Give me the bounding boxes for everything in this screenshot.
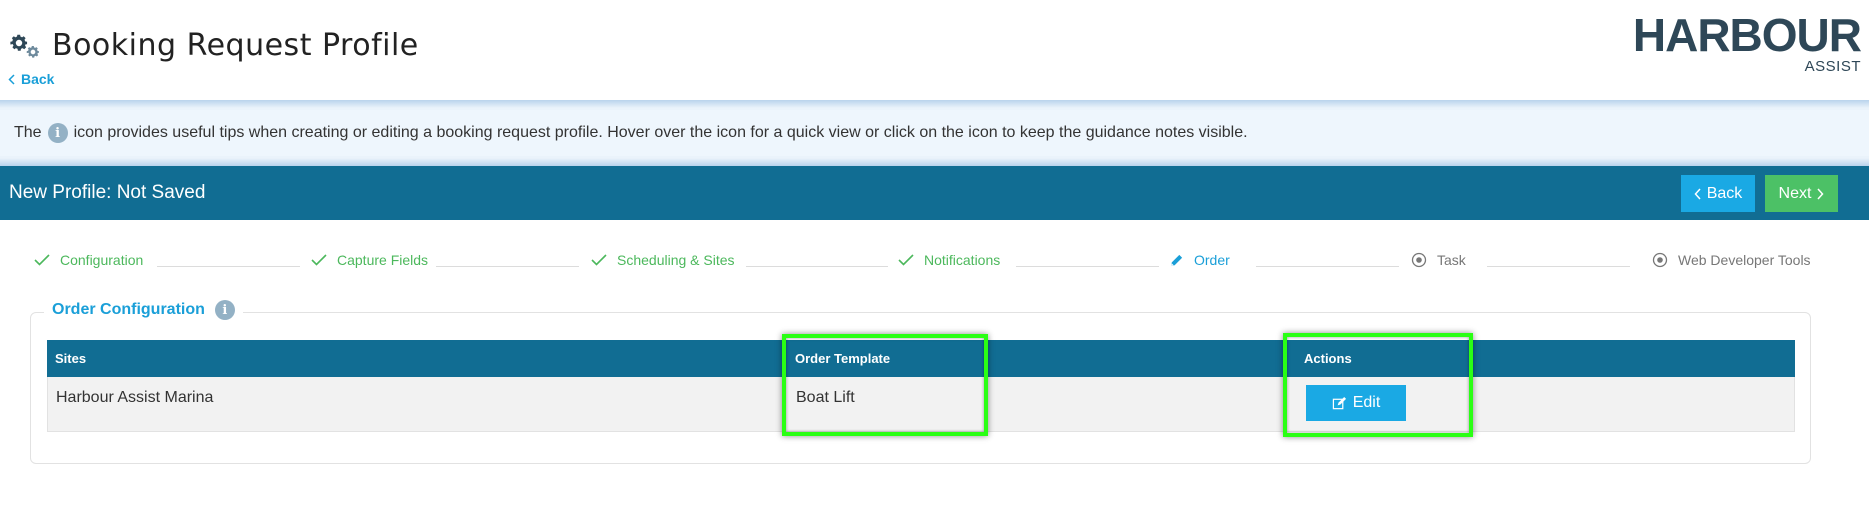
page-header: Booking Request Profile Back HARBOUR ASS…: [0, 0, 1869, 100]
step-connector: [1016, 266, 1159, 267]
step-label: Order: [1194, 252, 1230, 268]
chevron-left-icon: [1694, 187, 1701, 200]
step-connector: [157, 266, 300, 267]
step-label: Web Developer Tools: [1678, 252, 1811, 268]
back-link[interactable]: Back: [8, 71, 54, 87]
back-link-label: Back: [21, 71, 55, 87]
tip-banner: The i icon provides useful tips when cre…: [0, 100, 1869, 166]
radio-dot-icon: [1652, 252, 1668, 268]
step-task[interactable]: Task: [1411, 252, 1466, 268]
step-connector: [436, 266, 579, 267]
settings-gears-icon: [8, 32, 46, 62]
next-button-label: Next: [1778, 184, 1812, 202]
section-title: Order Configuration: [52, 301, 205, 318]
logo-sub-text: ASSIST: [1804, 58, 1861, 75]
info-icon[interactable]: i: [47, 123, 68, 143]
step-connector: [1256, 266, 1399, 267]
step-connector: [1487, 266, 1630, 267]
step-capture-fields[interactable]: Capture Fields: [311, 252, 428, 268]
cell-site: Harbour Assist Marina: [56, 389, 214, 406]
step-order[interactable]: Order: [1169, 252, 1230, 268]
radio-dot-icon: [1411, 252, 1427, 268]
step-label: Notifications: [924, 252, 1001, 268]
step-connector: [746, 266, 888, 267]
back-button[interactable]: Back: [1681, 175, 1755, 212]
pencil-icon: [1170, 254, 1183, 266]
chevron-left-icon: [8, 73, 15, 85]
check-icon: [898, 254, 914, 266]
highlight-order-template: [782, 334, 988, 436]
profile-status-title: New Profile: Not Saved: [9, 182, 206, 203]
column-header-sites: Sites: [55, 351, 87, 366]
chevron-right-icon: [1817, 187, 1824, 200]
profile-bar: New Profile: Not Saved Back Next: [0, 166, 1869, 220]
check-icon: [591, 254, 607, 266]
step-notifications[interactable]: Notifications: [898, 252, 1000, 268]
step-label: Scheduling & Sites: [617, 252, 735, 268]
tip-text-after: icon provides useful tips when creating …: [73, 124, 1248, 141]
order-configuration-legend: Order Configuration i: [44, 300, 243, 320]
next-button[interactable]: Next: [1765, 175, 1838, 212]
back-button-label: Back: [1706, 184, 1743, 202]
step-label: Configuration: [60, 252, 144, 268]
tip-text-before: The: [14, 124, 42, 141]
info-icon[interactable]: i: [214, 300, 235, 320]
highlight-actions: [1283, 333, 1473, 437]
step-label: Capture Fields: [337, 252, 429, 268]
check-icon: [311, 254, 327, 266]
harbour-assist-logo: HARBOUR ASSIST: [1633, 8, 1862, 75]
page-title: Booking Request Profile: [52, 28, 419, 63]
step-scheduling-sites[interactable]: Scheduling & Sites: [591, 252, 735, 268]
step-web-developer-tools[interactable]: Web Developer Tools: [1652, 252, 1811, 268]
logo-main-text: HARBOUR: [1632, 9, 1862, 61]
step-label: Task: [1437, 252, 1466, 268]
wizard-stepper: Configuration Capture Fields Scheduling …: [0, 252, 1869, 282]
check-icon: [34, 254, 50, 266]
step-configuration[interactable]: Configuration: [34, 252, 143, 268]
